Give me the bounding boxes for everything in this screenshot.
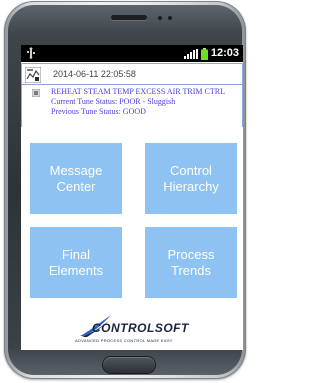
logo-tagline: ADVANCED PROCESS CONTROL MADE EASY — [75, 338, 173, 343]
process-trends-button[interactable]: Process Trends — [145, 227, 237, 298]
home-button[interactable] — [103, 357, 155, 373]
controlsoft-logo: CONTROLSOFT ADVANCED PROCESS CONTROL MAD… — [21, 310, 243, 350]
message-center-button[interactable]: Message Center — [30, 143, 122, 214]
status-indicator-icon — [32, 89, 40, 97]
earpiece-speaker — [111, 15, 147, 20]
tile-label-line1: Final — [61, 246, 91, 262]
phone-bezel: 12:03 2014-06-11 22:05:58 REHEAT STEAM T… — [8, 5, 243, 375]
tile-label-line1: Message — [49, 162, 103, 178]
front-sensor — [158, 16, 162, 20]
final-elements-button[interactable]: Final Elements — [30, 227, 122, 298]
menu-grid: Message Center Control Hierarchy Final E… — [21, 127, 243, 310]
tune-status-icon — [25, 67, 41, 83]
notification-timestamp: 2014-06-11 22:05:58 — [53, 69, 136, 79]
tile-label-line1: Control — [170, 162, 212, 178]
signal-icon — [184, 49, 198, 59]
phone-screen: 12:03 2014-06-11 22:05:58 REHEAT STEAM T… — [21, 45, 243, 350]
notification-divider — [22, 84, 242, 85]
tile-label-line2: Trends — [171, 262, 211, 278]
notification-title: REHEAT STEAM TEMP EXCESS AIR TRIM CTRL — [51, 87, 225, 96]
tile-label-line2: Elements — [48, 262, 104, 278]
previous-tune-status: Previous Tune Status: GOOD — [51, 107, 146, 116]
usb-icon — [27, 47, 35, 59]
current-tune-status: Current Tune Status: POOR - Sluggish — [51, 97, 176, 106]
battery-icon — [201, 48, 208, 60]
front-camera — [168, 16, 172, 20]
control-hierarchy-button[interactable]: Control Hierarchy — [145, 143, 237, 214]
tile-label-line2: Center — [56, 178, 96, 194]
status-bar: 12:03 — [21, 45, 243, 62]
phone-frame: 12:03 2014-06-11 22:05:58 REHEAT STEAM T… — [4, 1, 246, 379]
status-time: 12:03 — [210, 47, 239, 59]
tile-label-line1: Process — [167, 246, 215, 262]
tile-label-line2: Hierarchy — [163, 178, 219, 194]
logo-wordmark: CONTROLSOFT — [92, 321, 189, 335]
tune-status-notification[interactable]: 2014-06-11 22:05:58 REHEAT STEAM TEMP EX… — [21, 63, 243, 128]
